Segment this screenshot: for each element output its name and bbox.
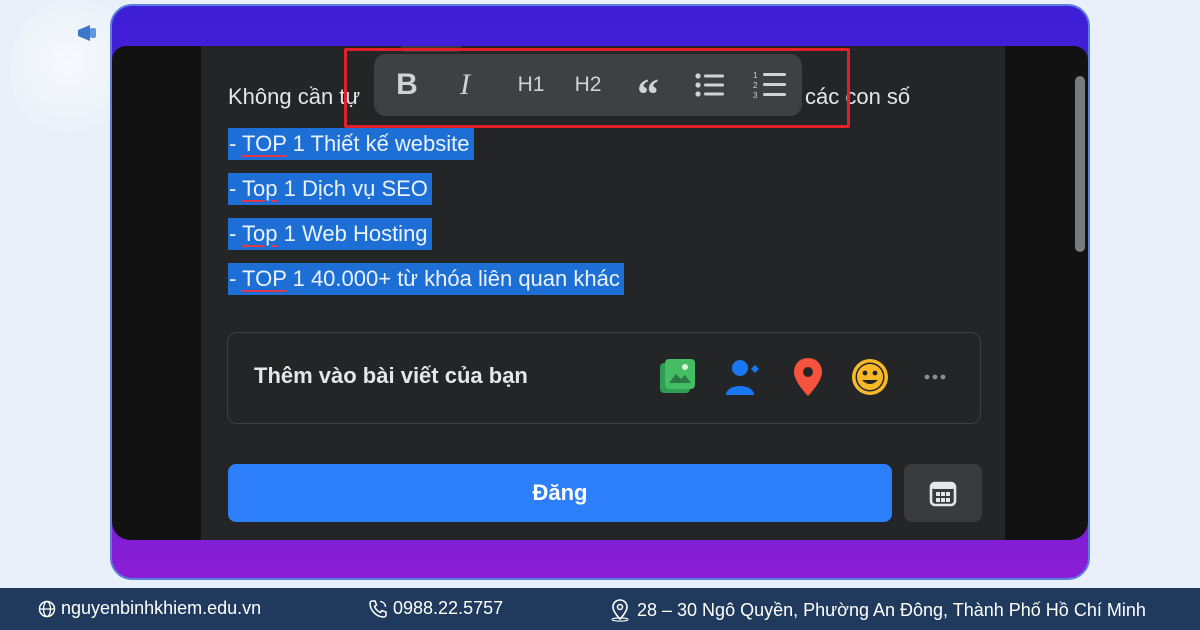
website-text: nguyenbinhkhiem.edu.vn <box>61 598 262 618</box>
app-screen: Không cần tự các con số - TOP 1 Thiết kế… <box>112 46 1088 540</box>
schedule-button[interactable] <box>904 464 982 522</box>
scrollbar[interactable] <box>1075 76 1085 252</box>
line-prefix: - <box>229 176 243 201</box>
line-prefix: - <box>229 266 243 291</box>
selected-line-2[interactable]: - Top 1 Dịch vụ SEO <box>228 173 432 205</box>
screenshot-frame: Không cần tự các con số - TOP 1 Thiết kế… <box>110 4 1090 580</box>
italic-button[interactable]: I <box>452 54 478 116</box>
line-prefix: - <box>229 131 243 156</box>
line-text: 1 Dịch vụ SEO <box>277 176 428 201</box>
footer-address[interactable]: 28 – 30 Ngô Quyền, Phường An Đông, Thành… <box>608 598 1146 622</box>
line-text: 1 Thiết kế website <box>286 131 470 156</box>
globe-icon <box>38 600 56 617</box>
phone-icon <box>369 599 387 618</box>
bullet-list-button[interactable] <box>694 54 726 116</box>
more-options-icon[interactable] <box>914 355 958 399</box>
line-prefix: - <box>229 221 243 246</box>
spellcheck-word: Top <box>242 176 278 201</box>
calendar-icon <box>929 481 957 507</box>
spellcheck-word: TOP <box>242 266 287 291</box>
quote-button[interactable]: “ <box>628 54 668 119</box>
heading-2-button[interactable]: H2 <box>570 54 606 116</box>
post-text-intro-tail[interactable]: các con số <box>805 84 910 110</box>
footer-website[interactable]: nguyenbinhkhiem.edu.vn <box>38 598 261 619</box>
location-icon <box>611 599 629 622</box>
selected-line-3[interactable]: - Top 1 Web Hosting <box>228 218 432 250</box>
spellcheck-word: TOP <box>242 131 287 156</box>
line-text: 1 40.000+ từ khóa liên quan khác <box>286 266 620 291</box>
footer-phone[interactable]: 0988.22.5757 <box>368 598 503 619</box>
numbered-list-icon: 1 2 3 <box>753 71 786 100</box>
photo-video-icon[interactable] <box>656 355 700 399</box>
add-to-post-box: Thêm vào bài viết của bạn <box>227 332 981 424</box>
panel-top-element <box>401 46 461 52</box>
heading-1-button[interactable]: H1 <box>514 54 548 116</box>
tag-people-icon[interactable] <box>722 355 766 399</box>
address-text: 28 – 30 Ngô Quyền, Phường An Đông, Thành… <box>637 599 1146 620</box>
spellcheck-word: Top <box>242 221 278 246</box>
selected-line-4[interactable]: - TOP 1 40.000+ từ khóa liên quan khác <box>228 263 624 295</box>
selected-line-1[interactable]: - TOP 1 Thiết kế website <box>228 128 474 160</box>
contact-footer: nguyenbinhkhiem.edu.vn 0988.22.5757 28 –… <box>0 588 1200 630</box>
numbered-list-button[interactable]: 1 2 3 <box>752 54 788 116</box>
bullet-list-icon <box>695 73 724 97</box>
svg-text:3: 3 <box>753 91 758 100</box>
location-pin-icon[interactable] <box>786 355 830 399</box>
megaphone-icon <box>78 25 96 41</box>
feeling-emoji-icon[interactable] <box>848 355 892 399</box>
svg-text:1: 1 <box>753 71 758 80</box>
svg-text:2: 2 <box>753 81 758 90</box>
add-to-post-label: Thêm vào bài viết của bạn <box>254 363 528 388</box>
text-format-toolbar: B I H1 H2 “ 1 2 3 <box>374 54 802 119</box>
post-text-intro[interactable]: Không cần tự <box>228 84 360 110</box>
post-button[interactable]: Đăng <box>228 464 892 522</box>
bold-button[interactable]: B <box>392 54 422 116</box>
line-text: 1 Web Hosting <box>277 221 428 246</box>
phone-text: 0988.22.5757 <box>393 598 504 618</box>
